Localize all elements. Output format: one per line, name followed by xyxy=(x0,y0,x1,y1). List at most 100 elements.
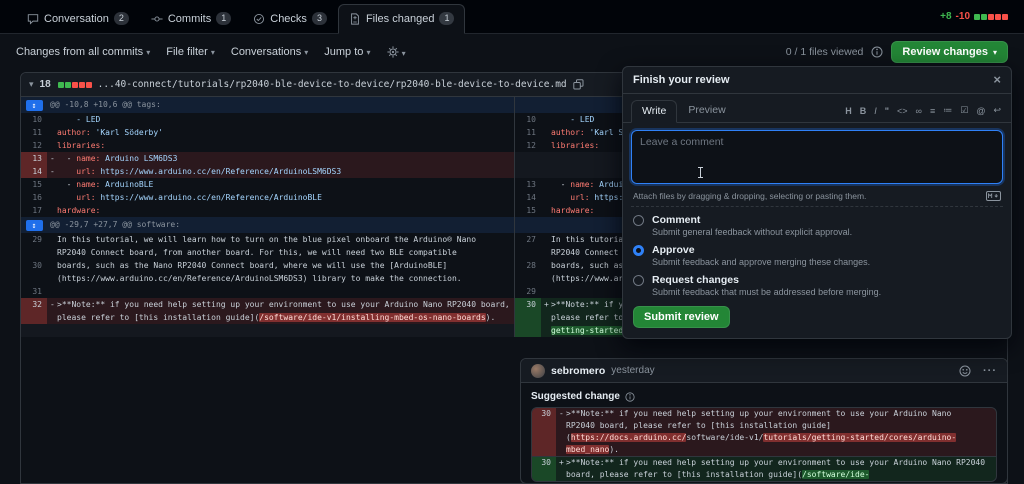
line-number[interactable]: 12 xyxy=(515,139,541,152)
line-number[interactable]: 31 xyxy=(21,285,47,298)
line-number[interactable]: 32 xyxy=(21,298,47,311)
line-number[interactable]: 15 xyxy=(515,204,541,217)
link-icon[interactable]: ∞ xyxy=(916,106,922,116)
review-changes-button[interactable]: Review changes▾ xyxy=(891,41,1008,63)
line-number[interactable]: 30 xyxy=(21,259,47,272)
line-number[interactable]: 16 xyxy=(21,191,47,204)
info-icon[interactable] xyxy=(625,392,635,402)
diff-row: (https://www.arduino.cc/en/Reference/Ard… xyxy=(21,272,514,285)
line-number[interactable] xyxy=(21,272,47,285)
line-number[interactable]: 13 xyxy=(21,152,47,165)
line-number[interactable] xyxy=(21,311,47,324)
italic-icon[interactable]: I xyxy=(874,106,877,116)
line-number[interactable] xyxy=(532,469,556,481)
line-number[interactable] xyxy=(515,324,541,337)
tab-files-changed[interactable]: Files changed 1 xyxy=(338,4,466,34)
line-number[interactable]: 17 xyxy=(21,204,47,217)
kebab-menu-icon[interactable]: ··· xyxy=(983,365,997,377)
tab-conversation[interactable]: Conversation 2 xyxy=(16,4,140,34)
line-number[interactable] xyxy=(532,444,556,456)
popup-footer: Submit review xyxy=(623,304,1011,338)
diffstat-block xyxy=(981,14,987,20)
comment-author[interactable]: sebromero xyxy=(551,365,605,377)
saved-replies-icon[interactable]: ↩ xyxy=(993,105,1001,116)
radio-comment[interactable] xyxy=(633,215,644,226)
line-number[interactable]: 12 xyxy=(21,139,47,152)
code-line: - name: ArduinoBLE xyxy=(47,178,514,191)
option-approve[interactable]: Approve Submit feedback and approve merg… xyxy=(633,244,1001,267)
line-number[interactable]: 28 xyxy=(515,259,541,272)
jump-to-dropdown[interactable]: Jump to ▾ xyxy=(324,46,370,58)
expand-diff-button[interactable]: ↕ xyxy=(26,220,43,231)
line-number[interactable]: 29 xyxy=(515,285,541,298)
line-number[interactable]: 11 xyxy=(21,126,47,139)
line-number[interactable]: 14 xyxy=(21,165,47,178)
line-number[interactable] xyxy=(515,246,541,259)
radio-approve[interactable] xyxy=(633,245,644,256)
option-request-changes[interactable]: Request changes Submit feedback that mus… xyxy=(633,274,1001,297)
line-number[interactable]: 10 xyxy=(21,113,47,126)
line-number[interactable] xyxy=(532,420,556,432)
line-number[interactable]: 15 xyxy=(21,178,47,191)
file-filter-dropdown[interactable]: File filter ▾ xyxy=(166,46,215,58)
tab-label: Checks xyxy=(270,13,307,25)
diffstat-block xyxy=(974,14,980,20)
chevron-down-icon: ▾ xyxy=(146,48,150,57)
comment-textarea[interactable]: Leave a comment xyxy=(631,130,1003,184)
tab-label: Conversation xyxy=(44,13,109,25)
code-icon[interactable]: <> xyxy=(897,106,908,116)
line-number[interactable]: 29 xyxy=(21,233,47,246)
close-icon[interactable]: × xyxy=(993,75,1001,85)
avatar[interactable] xyxy=(531,364,545,378)
attach-files-area[interactable]: Attach files by dragging & dropping, sel… xyxy=(631,188,1003,207)
tab-count: 2 xyxy=(114,12,129,25)
tab-write[interactable]: Write xyxy=(631,100,677,123)
comment-timestamp[interactable]: yesterday xyxy=(611,365,654,376)
bold-icon[interactable]: B xyxy=(860,106,867,116)
tab-commits[interactable]: Commits 1 xyxy=(140,4,242,34)
changes-from-dropdown[interactable]: Changes from all commits ▾ xyxy=(16,46,150,58)
collapse-file-chevron-icon[interactable]: ▾ xyxy=(29,79,34,90)
diff-row: 11 author: 'Karl Söderby' xyxy=(21,126,514,139)
tab-checks[interactable]: Checks 3 xyxy=(242,4,338,34)
file-path[interactable]: ...40-connect/tutorials/rp2040-ble-devic… xyxy=(98,79,567,90)
option-description: Submit feedback that must be addressed b… xyxy=(652,287,881,297)
conversations-dropdown[interactable]: Conversations ▾ xyxy=(231,46,308,58)
line-number[interactable] xyxy=(515,311,541,324)
radio-request-changes[interactable] xyxy=(633,275,644,286)
option-comment[interactable]: Comment Submit general feedback without … xyxy=(633,214,1001,237)
heading-icon[interactable]: H xyxy=(845,106,852,116)
add-reaction-icon[interactable] xyxy=(959,365,971,377)
pr-diffstat: +8 -10 xyxy=(940,11,1008,22)
option-label: Request changes xyxy=(652,274,881,286)
tasklist-icon[interactable]: ☑ xyxy=(960,105,968,116)
line-number[interactable]: 10 xyxy=(515,113,541,126)
list-ordered-icon[interactable]: ≔ xyxy=(943,105,952,116)
line-number[interactable] xyxy=(515,272,541,285)
comment-header: sebromero yesterday ··· xyxy=(521,359,1007,383)
diff-row: 12 libraries: xyxy=(21,139,514,152)
quote-icon[interactable]: " xyxy=(885,106,889,116)
submit-review-button[interactable]: Submit review xyxy=(633,306,730,328)
line-number[interactable] xyxy=(532,432,556,444)
mention-icon[interactable]: @ xyxy=(976,106,985,116)
line-number[interactable]: 30 xyxy=(532,408,556,420)
expand-diff-button[interactable]: ↕ xyxy=(26,100,43,111)
tab-preview[interactable]: Preview xyxy=(677,99,736,122)
files-viewed-counter: 0 / 1 files viewed xyxy=(786,46,864,58)
copy-path-icon[interactable] xyxy=(573,79,584,90)
diff-row: RP2040 board, please refer to [this inst… xyxy=(532,420,996,432)
code-line: mbed_nano). xyxy=(556,444,996,456)
info-icon[interactable] xyxy=(871,46,883,58)
line-number[interactable]: 30 xyxy=(515,298,541,311)
line-number[interactable] xyxy=(21,246,47,259)
line-number[interactable]: 30 xyxy=(532,457,556,469)
line-number[interactable]: 14 xyxy=(515,191,541,204)
diff-settings-dropdown[interactable]: ▾ xyxy=(387,46,406,59)
list-unordered-icon[interactable]: ≡ xyxy=(930,106,935,116)
line-number[interactable]: 27 xyxy=(515,233,541,246)
line-number[interactable]: 13 xyxy=(515,178,541,191)
tab-count: 3 xyxy=(312,12,327,25)
code-line: In this tutorial, we will learn how to t… xyxy=(47,233,514,246)
line-number[interactable]: 11 xyxy=(515,126,541,139)
